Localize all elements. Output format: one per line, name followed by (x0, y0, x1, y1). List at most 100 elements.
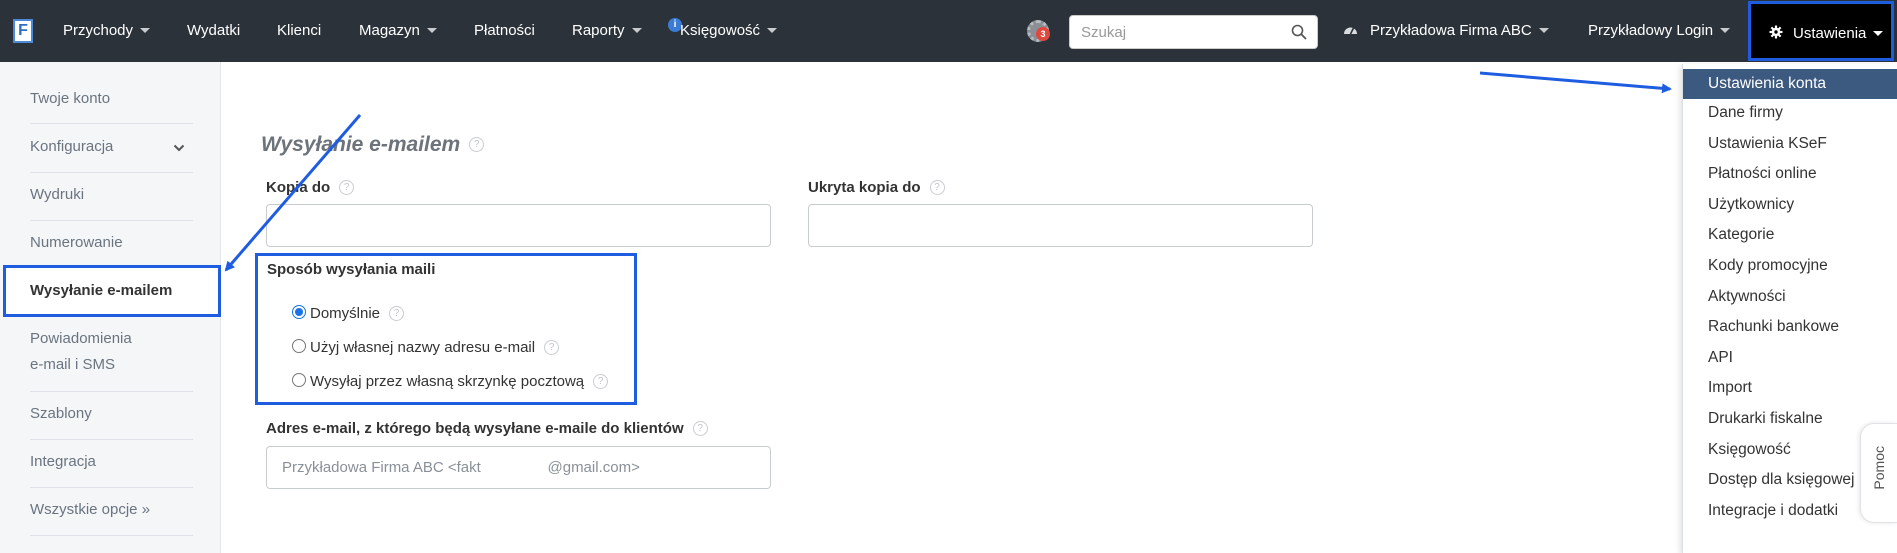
radio-button-checked[interactable] (292, 305, 306, 320)
chevron-down-icon[interactable] (173, 143, 185, 153)
caret-down-icon (631, 27, 642, 33)
search-box (1069, 15, 1318, 49)
sidebar-item-powiadomienia[interactable]: Powiadomienia e-mail i SMS (30, 326, 200, 378)
cc-input[interactable] (266, 204, 771, 247)
sidebar-divider (30, 391, 193, 392)
nav-label: Przychody (63, 22, 134, 39)
help-icon[interactable]: ? (593, 373, 609, 389)
sidebar-item-twoje-konto[interactable]: Twoje konto (30, 86, 200, 112)
caret-down-icon (1538, 27, 1549, 33)
menu-item-ustawienia-ksef[interactable]: Ustawienia KSeF (1708, 133, 1827, 155)
bcc-input[interactable] (808, 204, 1313, 247)
radio-label: Domyślnie (310, 305, 381, 322)
sidebar-divider (30, 535, 193, 536)
menu-item-ksiegowosc[interactable]: Księgowość (1708, 439, 1791, 461)
help-side-tab[interactable]: Pomoc (1860, 423, 1897, 523)
nav-wydatki[interactable]: Wydatki (187, 20, 240, 42)
app-logo[interactable]: F (13, 19, 33, 43)
gear-icon (1769, 25, 1783, 39)
sender-label-text: Adres e-mail, z którego będą wysyłane e-… (266, 420, 684, 437)
nav-klienci[interactable]: Klienci (277, 20, 321, 42)
sidebar-divider (30, 439, 193, 440)
nav-label: Magazyn (359, 22, 420, 39)
help-icon[interactable]: ? (929, 179, 945, 195)
caret-down-icon (426, 27, 437, 33)
menu-item-rachunki-bankowe[interactable]: Rachunki bankowe (1708, 316, 1839, 338)
dashboard-gauge-icon (1344, 27, 1357, 35)
radio-label: Wysyłaj przez własną skrzynkę pocztową (310, 373, 585, 390)
help-icon[interactable]: ? (469, 136, 485, 152)
settings-sidebar: Twoje konto Konfiguracja Wydruki Numerow… (0, 62, 221, 553)
sidebar-divider (30, 123, 193, 124)
cc-label-text: Kopia do (266, 179, 331, 196)
radio-option-own-name[interactable]: Użyj własnej nazwy adresu e-mail? (292, 338, 560, 358)
menu-item-dostep-dla-ksiegowej[interactable]: Dostęp dla księgowej (1708, 469, 1854, 491)
sender-email-input[interactable] (266, 446, 771, 489)
send-method-label: Sposób wysyłania maili (267, 261, 436, 278)
page-title-text: Wysyłanie e-mailem (261, 133, 461, 156)
arrow-to-account-settings (1479, 71, 1672, 94)
nav-label: Płatności (474, 22, 535, 39)
sidebar-item-numerowanie[interactable]: Numerowanie (30, 230, 200, 256)
search-input[interactable] (1081, 16, 1281, 48)
help-icon[interactable]: ? (389, 305, 405, 321)
menu-item-api[interactable]: API (1708, 347, 1733, 369)
menu-item-platnosci-online[interactable]: Płatności online (1708, 163, 1817, 185)
sidebar-item-label: e-mail i SMS (30, 356, 116, 373)
sidebar-item-integracja[interactable]: Integracja (30, 449, 200, 475)
menu-item-aktywnosci[interactable]: Aktywności (1708, 286, 1786, 308)
radio-option-default[interactable]: Domyślnie? (292, 304, 405, 324)
caret-down-icon (1720, 27, 1731, 33)
sidebar-item-wysylanie-emailem[interactable]: Wysyłanie e-mailem (3, 265, 221, 317)
sidebar-divider (30, 487, 193, 488)
top-navbar: F Przychody Wydatki Klienci Magazyn Płat… (0, 0, 1897, 62)
caret-down-icon (140, 27, 151, 33)
sidebar-item-wszystkie-opcje[interactable]: Wszystkie opcje » (30, 497, 200, 523)
nav-label: Księgowość (680, 22, 761, 39)
nav-label: Raporty (572, 22, 625, 39)
nav-przychody[interactable]: Przychody (63, 20, 151, 42)
bcc-label-text: Ukryta kopia do (808, 179, 921, 196)
menu-item-kody-promocyjne[interactable]: Kody promocyjne (1708, 255, 1828, 277)
company-name: Przykładowa Firma ABC (1370, 22, 1532, 39)
sidebar-divider (30, 172, 193, 173)
settings-menu-button[interactable]: Ustawienia (1748, 1, 1894, 61)
sidebar-divider (30, 220, 193, 221)
nav-label: Klienci (277, 22, 322, 39)
radio-label: Użyj własnej nazwy adresu e-mail (310, 339, 536, 356)
menu-item-drukarki-fiskalne[interactable]: Drukarki fiskalne (1708, 408, 1823, 430)
bcc-label: Ukryta kopia do? (808, 178, 945, 198)
nav-ksiegowosc[interactable]: Księgowość (680, 20, 778, 42)
menu-item-ustawienia-konta[interactable]: Ustawienia konta (1683, 69, 1897, 99)
sidebar-item-wydruki[interactable]: Wydruki (30, 182, 200, 208)
radio-button[interactable] (292, 373, 306, 388)
notification-count-badge: 3 (1036, 27, 1050, 41)
sidebar-item-label: Powiadomienia (30, 330, 132, 347)
menu-item-dane-firmy[interactable]: Dane firmy (1708, 102, 1783, 124)
help-icon[interactable]: ? (339, 179, 355, 195)
nav-platnosci[interactable]: Płatności (474, 20, 535, 42)
caret-down-icon (1873, 30, 1884, 36)
menu-item-integracje-i-dodatki[interactable]: Integracje i dodatki (1708, 500, 1838, 522)
caret-down-icon (767, 27, 778, 33)
help-icon[interactable]: ? (544, 339, 560, 355)
nav-raporty[interactable]: Raporty (572, 20, 642, 42)
cc-label: Kopia do? (266, 178, 355, 198)
radio-option-own-mailbox[interactable]: Wysyłaj przez własną skrzynkę pocztową? (292, 372, 609, 392)
radio-button[interactable] (292, 339, 306, 354)
login-name: Przykładowy Login (1588, 22, 1714, 39)
sender-email-label: Adres e-mail, z którego będą wysyłane e-… (266, 419, 708, 439)
sidebar-item-szablony[interactable]: Szablony (30, 401, 200, 427)
menu-item-uzytkownicy[interactable]: Użytkownicy (1708, 194, 1794, 216)
nav-magazyn[interactable]: Magazyn (359, 20, 437, 42)
login-menu[interactable]: Przykładowy Login (1588, 20, 1731, 42)
help-icon[interactable]: ? (692, 420, 708, 436)
nav-label: Wydatki (187, 22, 241, 39)
menu-item-kategorie[interactable]: Kategorie (1708, 224, 1774, 246)
company-switcher[interactable]: Przykładowa Firma ABC (1343, 20, 1549, 42)
menu-item-import[interactable]: Import (1708, 377, 1752, 399)
search-icon[interactable] (1291, 24, 1307, 40)
sidebar-item-label: Wysyłanie e-mailem (30, 282, 173, 299)
settings-label: Ustawienia (1793, 25, 1867, 42)
help-tab-label: Pomoc (1871, 446, 1887, 490)
